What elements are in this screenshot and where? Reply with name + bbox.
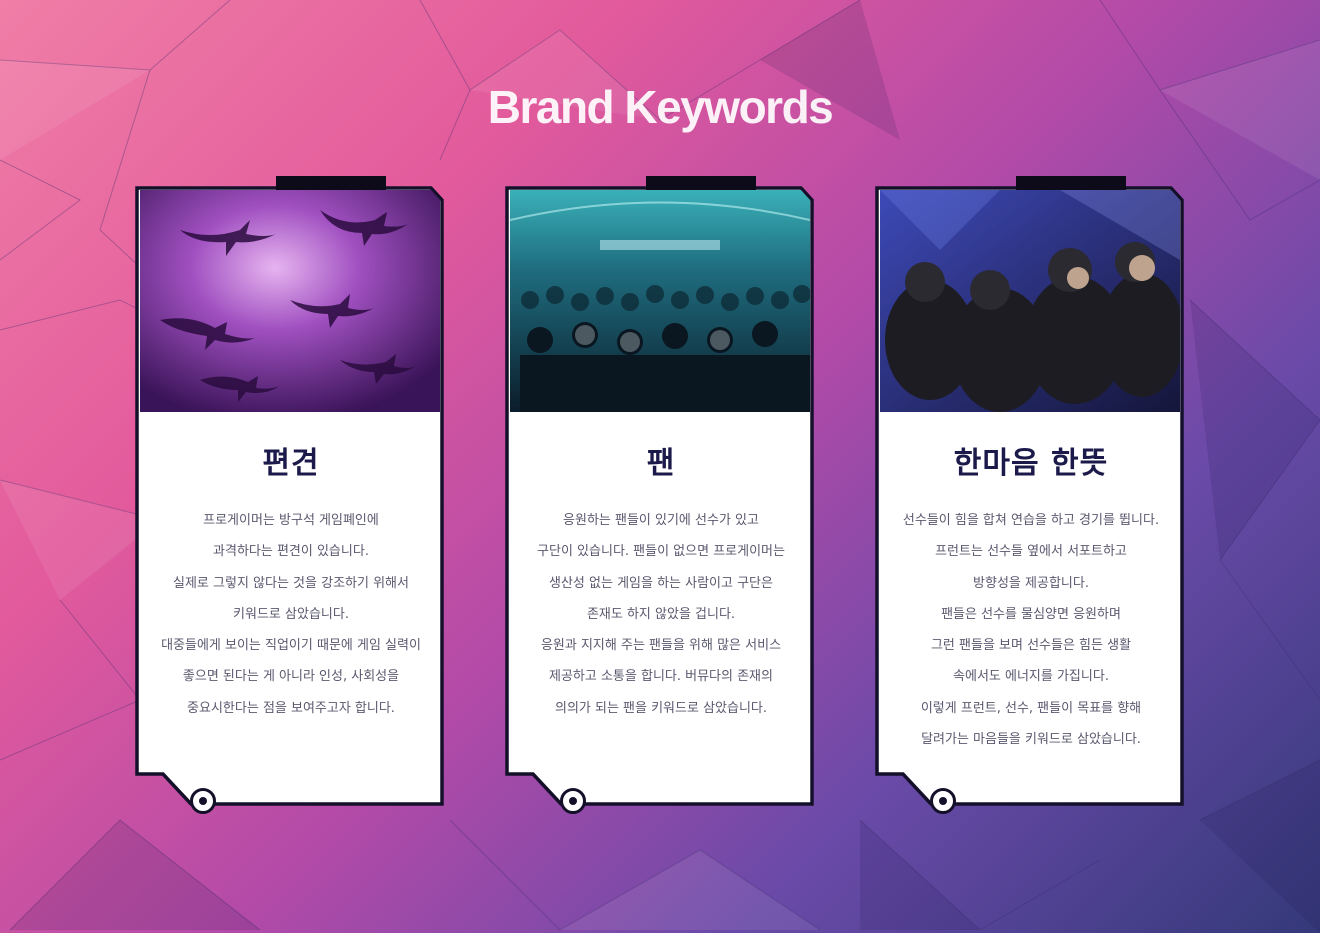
card-description-line: 제공하고 소통을 합니다. 버뮤다의 존재의 — [549, 669, 773, 685]
card-photo-crowd — [510, 190, 810, 412]
card-description-line: 좋으면 된다는 게 아니라 인성, 사회성을 — [182, 669, 400, 685]
card-photo-sharks — [140, 190, 440, 412]
card-description-line: 이렇게 프런트, 선수, 팬들이 목표를 향해 — [920, 700, 1142, 716]
card-title: 한마음 한뜻 — [953, 446, 1109, 481]
card-description-line: 대중들에게 보이는 직업이기 때문에 게임 실력이 — [161, 638, 421, 654]
card-title: 팬 — [646, 446, 676, 481]
card-description-line: 선수들이 힘을 합쳐 연습을 하고 경기를 뜁니다. — [902, 513, 1160, 528]
card-description-line: 의의가 되는 팬을 키워드로 삼았습니다. — [554, 700, 768, 716]
card-title: 편견 — [262, 446, 320, 481]
card-photo-team-hug — [880, 190, 1180, 412]
card-description: 응원하는 팬들이 있기에 선수가 있고 구단이 있습니다. 팬들이 없으면 프로… — [511, 505, 811, 724]
card-description-line: 중요시한다는 점을 보여주고자 합니다. — [187, 700, 395, 716]
card-description-line: 실제로 그렇지 않다는 것을 강조하기 위해서 — [173, 575, 409, 591]
card-dot-icon — [190, 788, 216, 814]
card-description-line: 존재도 하지 않았을 겁니다. — [586, 606, 736, 622]
card-description-line: 과격하다는 편견이 있습니다. — [213, 544, 369, 560]
card-description-line: 키워드로 삼았습니다. — [233, 606, 349, 622]
card-description-line: 팬들은 선수를 물심양면 응원하며 — [941, 606, 1121, 622]
card-description-line: 프런트는 선수들 옆에서 서포트하고 — [935, 544, 1127, 560]
card-description-line: 속에서도 에너지를 가집니다. — [953, 669, 1109, 685]
card-description-line: 방향성을 제공합니다. — [973, 575, 1089, 591]
card-description: 프로게이머는 방구석 게임폐인에 과격하다는 편견이 있습니다. 실제로 그렇지… — [141, 505, 441, 724]
card-description-line: 응원과 지지해 주는 팬들을 위해 많은 서비스 — [540, 638, 782, 654]
keyword-card-prejudice: 편견 프로게이머는 방구석 게임폐인에 과격하다는 편견이 있습니다. 실제로 … — [135, 176, 447, 816]
card-description-line: 프로게이머는 방구석 게임폐인에 — [203, 513, 379, 528]
card-dot-icon — [930, 788, 956, 814]
card-tab — [646, 176, 756, 190]
card-description-line: 구단이 있습니다. 팬들이 없으면 프로게이머는 — [537, 544, 785, 560]
card-description-line: 생산성 없는 게임을 하는 사람이고 구단은 — [549, 575, 773, 591]
keyword-card-fan: 팬 응원하는 팬들이 있기에 선수가 있고 구단이 있습니다. 팬들이 없으면 … — [505, 176, 817, 816]
card-tab — [1016, 176, 1126, 190]
keyword-card-one-mind: 한마음 한뜻 선수들이 힘을 합쳐 연습을 하고 경기를 뜁니다. 프런트는 선… — [875, 176, 1187, 816]
card-dot-icon — [560, 788, 586, 814]
page-title: Brand Keywords — [487, 81, 834, 133]
card-description-line: 달려가는 마음들을 키워드로 삼았습니다. — [921, 732, 1141, 748]
card-tab — [276, 176, 386, 190]
card-description-line: 응원하는 팬들이 있기에 선수가 있고 — [563, 513, 759, 528]
card-description-line: 그런 팬들을 보며 선수들은 힘든 생활 — [930, 638, 1132, 654]
card-description: 선수들이 힘을 합쳐 연습을 하고 경기를 뜁니다. 프런트는 선수들 옆에서 … — [881, 505, 1181, 755]
